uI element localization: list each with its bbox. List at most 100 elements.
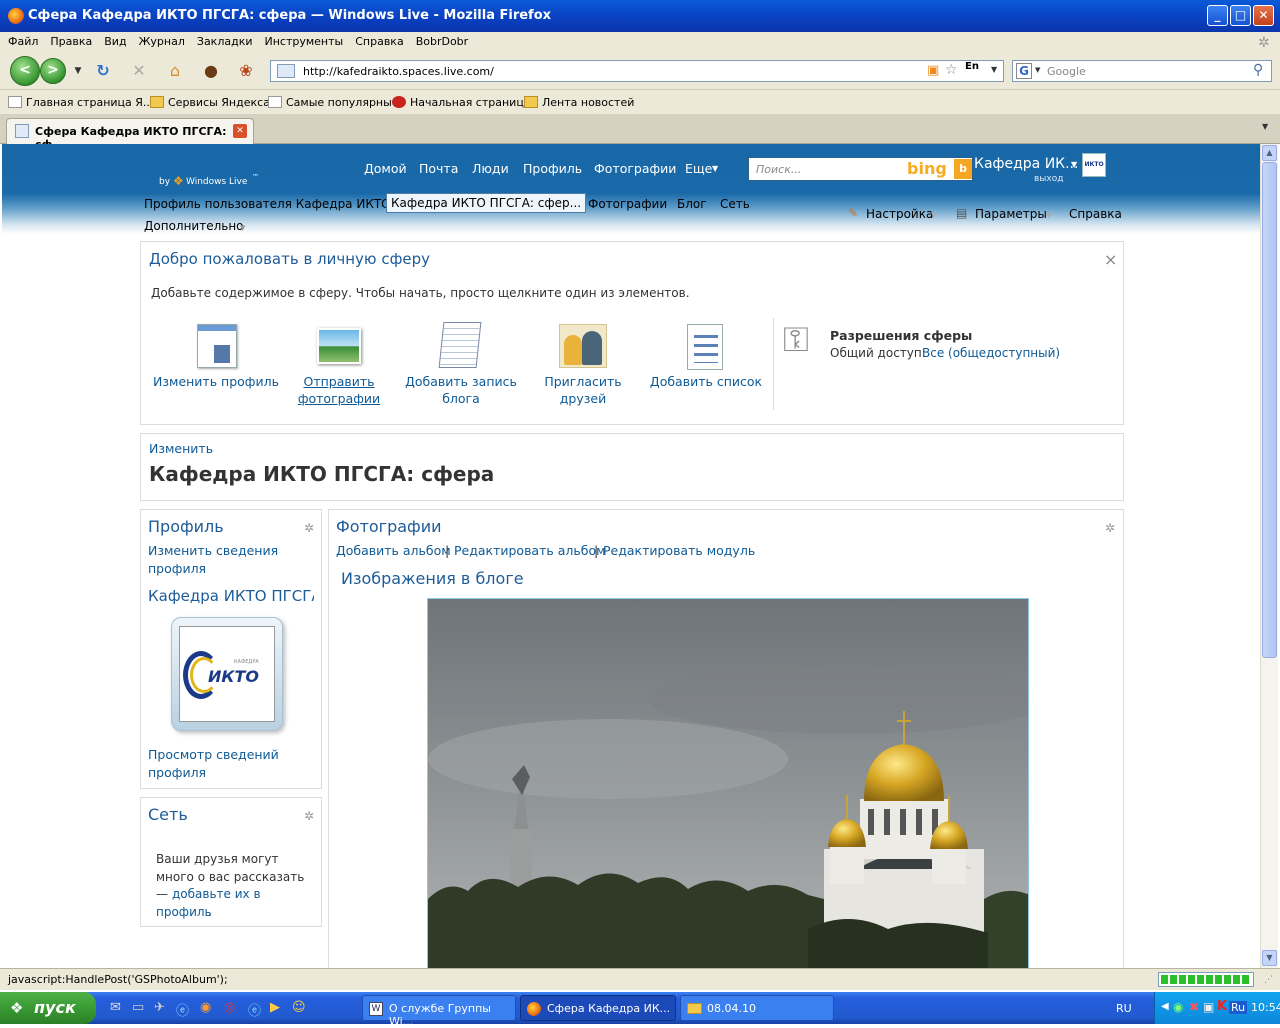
resize-grip-icon[interactable]: ⋰ [1264, 975, 1273, 985]
reload-icon[interactable]: ↻ [93, 61, 113, 81]
gear-icon[interactable]: ✲ [304, 522, 315, 534]
add-friends-link-line2[interactable]: профиль [156, 905, 212, 919]
close-button[interactable]: ✕ [1253, 5, 1274, 26]
edit-profile-details-link-line2[interactable]: профиля [148, 561, 206, 576]
gear-icon[interactable]: ✲ [304, 810, 315, 822]
quicklaunch-ie-icon[interactable]: ⓔ [176, 1000, 189, 1019]
blog-notepad-icon[interactable] [438, 322, 482, 368]
subnav-profile[interactable]: Профиль пользователя Кафедра ИКТО [144, 197, 391, 211]
edit-title-link[interactable]: Изменить [149, 441, 213, 456]
subnav-network[interactable]: Сеть [720, 197, 750, 211]
quicklaunch-folder-icon[interactable]: ☺ [292, 1000, 306, 1015]
upload-photos-link-line1[interactable]: Отправить [279, 373, 399, 390]
wl-nav-photos[interactable]: Фотографии [594, 161, 676, 176]
maximize-button[interactable]: □ [1230, 5, 1251, 26]
add-list-link[interactable]: Добавить список [645, 373, 767, 390]
menu-help[interactable]: Справка [349, 32, 409, 48]
menu-tools[interactable]: Инструменты [259, 32, 350, 48]
paw-icon[interactable]: ❀ [236, 61, 256, 81]
quicklaunch-media-icon[interactable]: ▶ [270, 1000, 280, 1015]
edit-module-link[interactable]: Редактировать модуль [603, 543, 755, 558]
bing-search-icon[interactable]: b [954, 159, 972, 179]
wl-nav-people[interactable]: Люди [472, 161, 509, 176]
google-icon[interactable]: G [1016, 63, 1032, 79]
wl-nav-home[interactable]: Домой [364, 161, 407, 176]
task-folder[interactable]: 08.04.10 [680, 995, 834, 1021]
upload-photos-icon[interactable] [317, 328, 361, 364]
quicklaunch-messenger-icon[interactable]: ✉ [110, 1000, 121, 1015]
edit-profile-details-link-line1[interactable]: Изменить сведения [148, 543, 278, 558]
web-search-input[interactable]: G ▼ Google ⚲ [1012, 60, 1272, 82]
upload-photos-link-line2[interactable]: фотографии [279, 390, 399, 407]
edit-profile-icon[interactable] [197, 324, 237, 368]
app-tray-icon[interactable]: ▣ [1203, 1000, 1214, 1014]
bookmark-yandex-home[interactable]: Главная страница Я... [8, 96, 153, 109]
bookmark-popular[interactable]: Самые популярные [268, 96, 399, 109]
url-dropdown-icon[interactable]: ▼ [991, 65, 997, 74]
user-avatar[interactable]: ИКТО [1082, 153, 1106, 177]
url-bar[interactable]: http://kafedraikto.spaces.live.com/ ▣ ☆ … [270, 60, 1004, 82]
scrollbar-thumb[interactable] [1262, 162, 1277, 658]
language-indicator[interactable]: RU [1116, 1002, 1132, 1015]
menu-history[interactable]: Журнал [133, 32, 191, 48]
tab-active[interactable]: Сфера Кафедра ИКТО ПГСГА: сф... ✕ [6, 118, 254, 151]
clock[interactable]: 10:54 [1251, 1001, 1280, 1014]
quicklaunch-firefox-icon[interactable]: ◉ [200, 1000, 211, 1015]
network-tray-icon[interactable]: ◉ [1173, 1000, 1183, 1014]
wl-nav-more[interactable]: Еще [685, 161, 712, 176]
tab-list-icon[interactable]: ▼ [1262, 122, 1268, 131]
lang-badge[interactable]: En [965, 61, 979, 72]
history-dropdown-icon[interactable]: ▼ [68, 61, 88, 81]
menu-file[interactable]: Файл [0, 32, 44, 48]
minimize-button[interactable]: _ [1207, 5, 1228, 26]
user-name[interactable]: Кафедра ИК... [974, 156, 1078, 172]
bookmark-start-page[interactable]: Начальная страница [392, 96, 531, 109]
menu-bobrdobr[interactable]: BobrDobr [410, 32, 475, 48]
permissions-value-link[interactable]: Все (общедоступный) [922, 346, 1060, 360]
start-button[interactable]: ❖ пуск [0, 992, 96, 1024]
subnav-space[interactable]: Кафедра ИКТО ПГСГА: сфер... [386, 193, 587, 213]
gear-icon[interactable]: ✲ [1105, 522, 1116, 534]
add-blog-link-line1[interactable]: Добавить запись [397, 373, 525, 390]
stop-icon[interactable]: ✕ [129, 61, 149, 81]
subnav-photos[interactable]: Фотографии [588, 197, 667, 211]
view-profile-link-line2[interactable]: профиля [148, 765, 206, 780]
quicklaunch-desktop-icon[interactable]: ▭ [132, 1000, 144, 1015]
quicklaunch-opera-icon[interactable]: ◎ [224, 1000, 235, 1015]
star-icon[interactable]: ☆ [945, 62, 958, 78]
edit-profile-link[interactable]: Изменить профиль [153, 373, 279, 390]
forward-button[interactable]: > [40, 58, 66, 84]
view-profile-link-line1[interactable]: Просмотр сведений [148, 747, 279, 762]
menu-bookmarks[interactable]: Закладки [191, 32, 259, 48]
wl-nav-mail[interactable]: Почта [419, 161, 458, 176]
bookmark-news-feed[interactable]: Лента новостей [524, 96, 634, 109]
invite-friends-icon[interactable] [559, 324, 607, 368]
home-icon[interactable]: ⌂ [165, 61, 185, 81]
scroll-down-icon[interactable]: ▼ [1262, 950, 1277, 966]
wl-nav-profile[interactable]: Профиль [523, 161, 582, 176]
subnav-more[interactable]: Дополнительно [144, 219, 244, 233]
wl-search-input[interactable]: Поиск... bing b [748, 157, 973, 181]
tray-language[interactable]: Ru [1229, 1001, 1248, 1014]
quicklaunch-ie2-icon[interactable]: ⓔ [248, 1000, 261, 1019]
edit-album-link[interactable]: Редактировать альбом [454, 543, 606, 558]
bobrdobr-icon[interactable]: ● [201, 61, 221, 81]
album-title[interactable]: Изображения в блоге [341, 569, 524, 588]
tray-expand-icon[interactable]: ◀ [1161, 1001, 1169, 1012]
invite-friends-link[interactable]: Пригласить друзей [523, 373, 643, 407]
scroll-up-icon[interactable]: ▲ [1262, 145, 1277, 161]
add-list-icon[interactable] [687, 324, 723, 370]
menu-view[interactable]: Вид [98, 32, 132, 48]
add-friends-link-line1[interactable]: добавьте их в [172, 887, 261, 901]
settings-link[interactable]: Настройка [866, 207, 933, 221]
user-dropdown-icon[interactable]: ▼ [1071, 160, 1077, 169]
subnav-blog[interactable]: Блог [677, 197, 707, 211]
rss-icon[interactable]: ▣ [927, 63, 939, 78]
add-blog-link-line2[interactable]: блога [397, 390, 525, 407]
antivirus-tray-icon[interactable]: K [1217, 999, 1227, 1014]
album-photo[interactable] [427, 598, 1029, 968]
add-album-link[interactable]: Добавить альбом [336, 543, 451, 558]
quicklaunch-app-icon[interactable]: ✈ [154, 1000, 165, 1015]
task-word[interactable]: W О службе Группы Wi... [362, 995, 516, 1028]
signout-link[interactable]: выход [1034, 174, 1063, 184]
